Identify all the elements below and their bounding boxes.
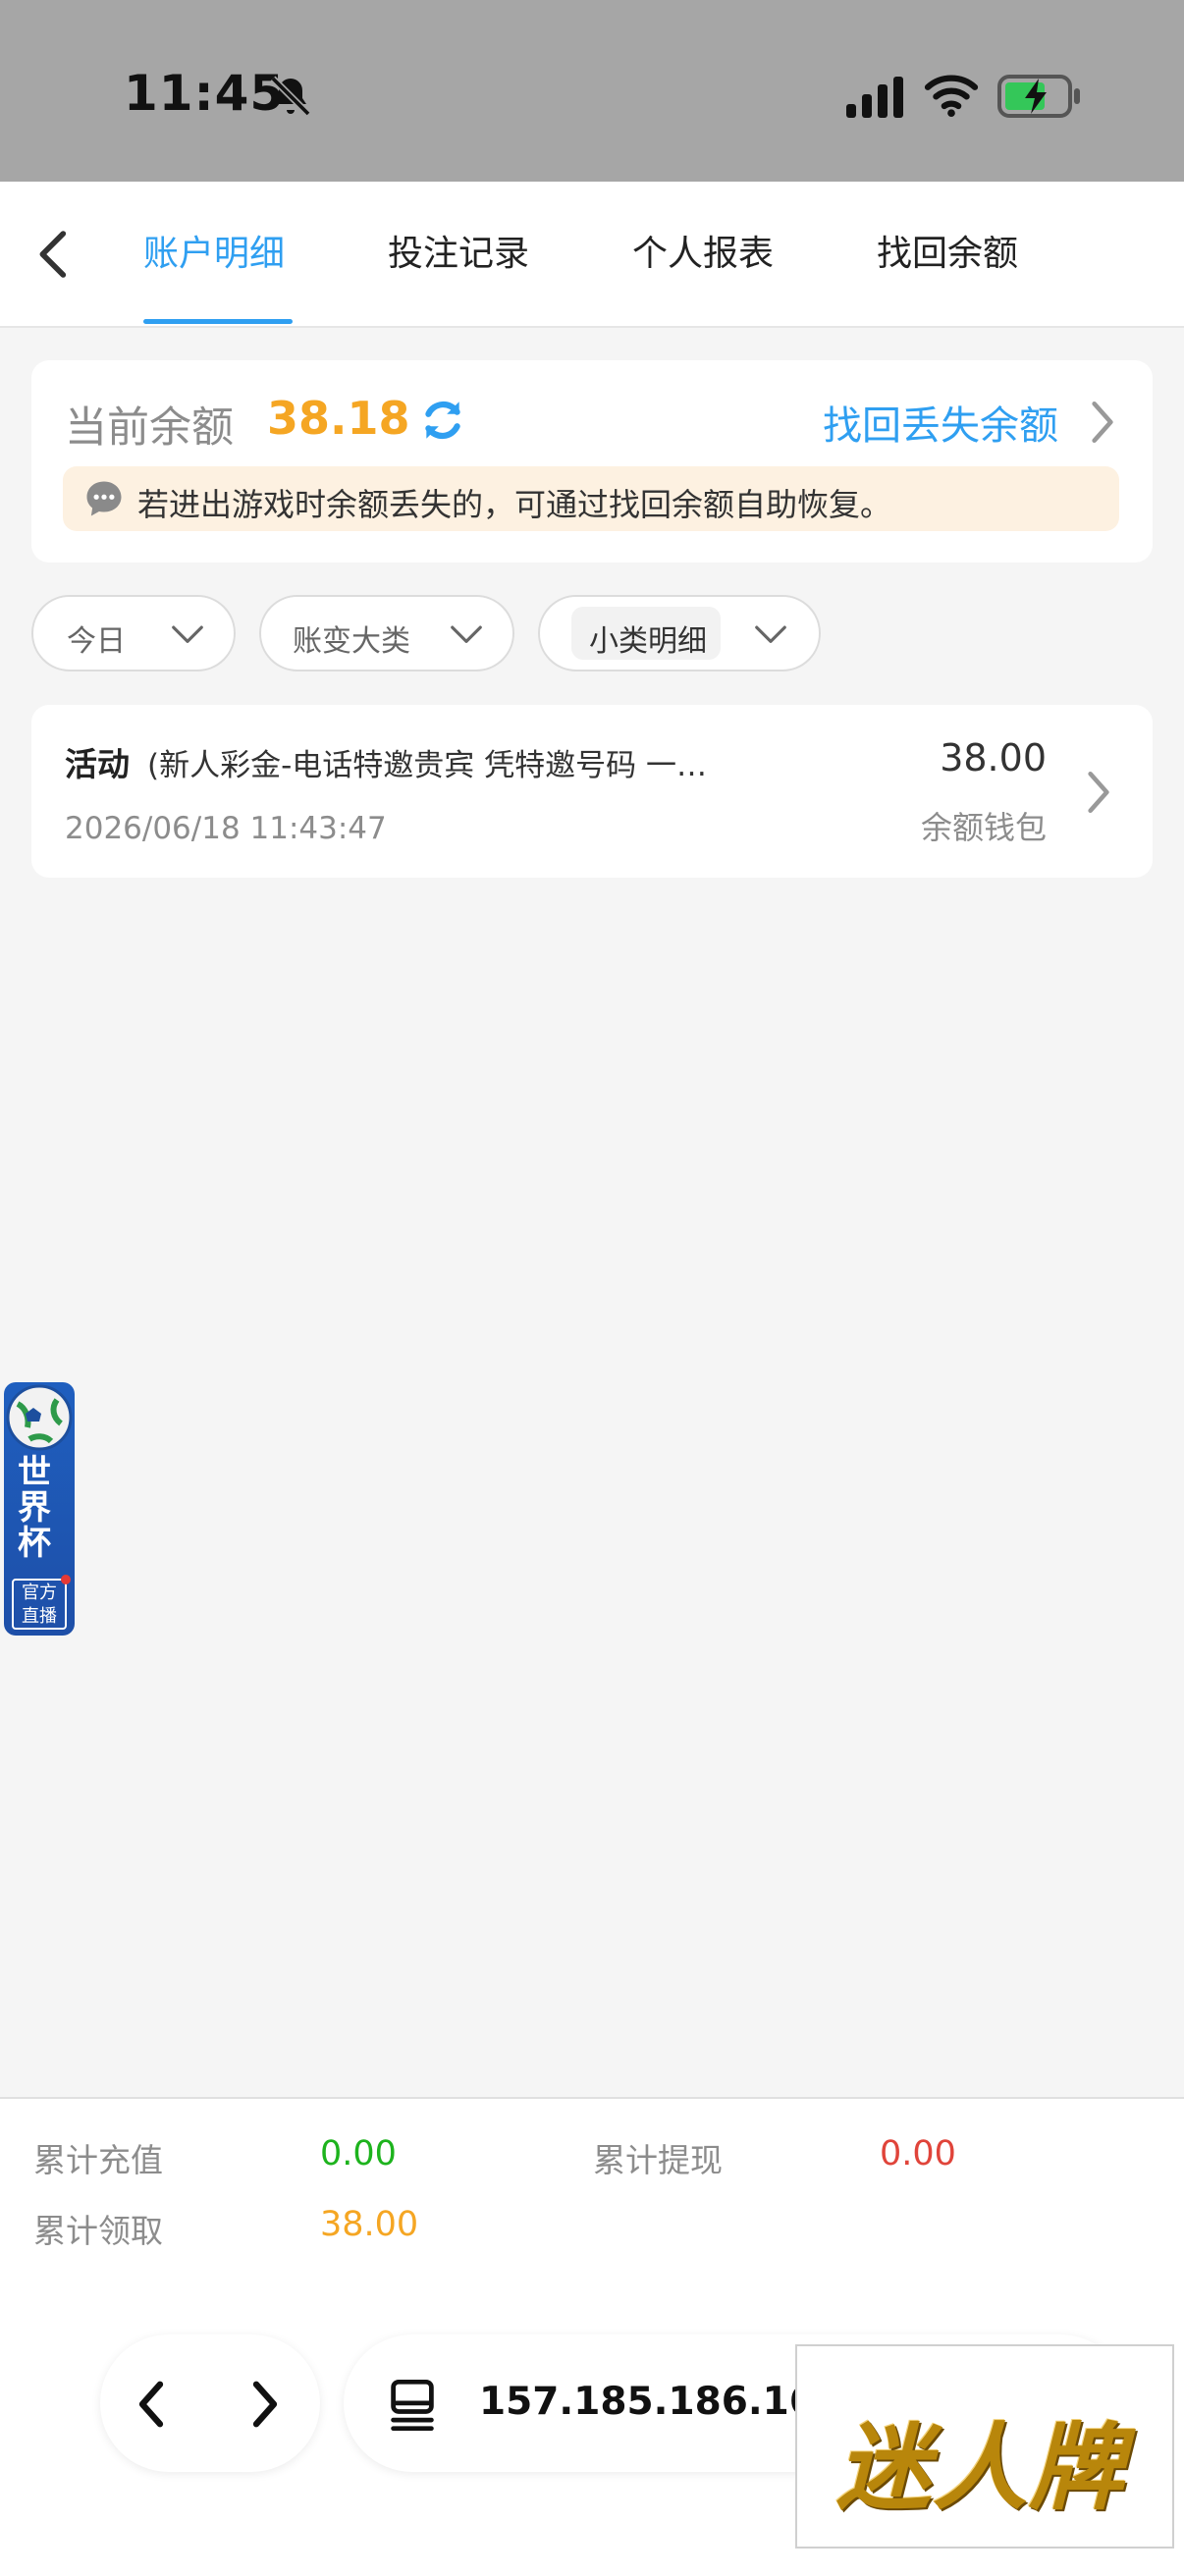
tab-personal-report[interactable]: 个人报表 <box>632 225 774 276</box>
filter-label: 账变大类 <box>293 624 410 659</box>
watermark-text: 迷人牌 <box>836 2413 1125 2523</box>
tab-recover-balance[interactable]: 找回余额 <box>877 225 1018 276</box>
chevron-down-icon <box>172 625 203 643</box>
total-claim-label: 累计领取 <box>33 2212 163 2250</box>
chevron-right-icon[interactable] <box>1084 768 1113 817</box>
record-description: (新人彩金-电话特邀贵宾 凭特邀号码 一… <box>147 748 707 783</box>
page-info-icon <box>391 2379 434 2432</box>
balance-value: 38.18 <box>267 392 410 445</box>
browser-back-button[interactable] <box>132 2378 171 2431</box>
back-button[interactable] <box>29 227 79 282</box>
signal-icon <box>846 77 903 118</box>
tip-bar: 若进出游戏时余额丢失的，可通过找回余额自助恢复。 <box>63 466 1119 531</box>
recover-lost-balance-link[interactable]: 找回丢失余额 <box>823 394 1058 451</box>
total-recharge-label: 累计充值 <box>33 2141 163 2179</box>
balance-label: 当前余额 <box>65 403 234 453</box>
world-cup-live-badge[interactable]: 世界杯 官方直播 <box>4 1382 75 1636</box>
chevron-right-icon[interactable] <box>1086 398 1119 447</box>
date-filter-dropdown[interactable]: 今日 <box>31 595 236 671</box>
official-live-label: 官方直播 <box>12 1579 67 1630</box>
total-withdraw-value: 0.00 <box>880 2134 956 2174</box>
chevron-down-icon <box>451 625 482 643</box>
world-cup-label: 世界杯 <box>18 1453 51 1563</box>
transaction-record[interactable]: 活动 (新人彩金-电话特邀贵宾 凭特邀号码 一… 2026/06/18 11:4… <box>31 705 1153 878</box>
status-time: 11:45 <box>124 65 286 122</box>
chevron-down-icon <box>755 625 786 643</box>
browser-forward-button[interactable] <box>245 2378 285 2431</box>
notification-dot <box>61 1575 71 1584</box>
refresh-icon[interactable] <box>418 396 467 445</box>
watermark-logo: 迷人牌 <box>795 2344 1174 2549</box>
total-claim-value: 38.00 <box>320 2205 419 2244</box>
soccer-ball-icon <box>6 1384 73 1451</box>
wifi-icon <box>924 75 979 118</box>
battery-charging-icon <box>997 75 1080 118</box>
bell-off-icon <box>270 76 311 117</box>
tab-account-details[interactable]: 账户明细 <box>143 225 285 276</box>
record-time: 2026/06/18 11:43:47 <box>65 811 387 846</box>
category-filter-dropdown[interactable]: 账变大类 <box>259 595 514 671</box>
filter-label: 小类明细 <box>589 624 707 659</box>
record-type: 活动 <box>65 745 130 783</box>
top-nav: 账户明细 投注记录 个人报表 找回余额 <box>0 182 1184 328</box>
total-withdraw-label: 累计提现 <box>593 2141 723 2179</box>
chat-bubble-icon <box>86 481 122 516</box>
tip-text: 若进出游戏时余额丢失的，可通过找回余额自助恢复。 <box>137 486 892 523</box>
record-wallet: 余额钱包 <box>920 809 1047 846</box>
status-bar: 11:45 <box>0 0 1184 182</box>
filter-label: 今日 <box>67 624 126 659</box>
active-tab-indicator <box>143 319 293 324</box>
subcategory-filter-dropdown[interactable]: 小类明细 <box>538 595 821 671</box>
address-text: 157.185.186.167 <box>479 2380 843 2424</box>
total-recharge-value: 0.00 <box>320 2134 397 2174</box>
tab-bet-records[interactable]: 投注记录 <box>388 225 529 276</box>
record-amount: 38.00 <box>940 736 1047 779</box>
browser-nav-controls <box>100 2334 320 2472</box>
balance-card: 当前余额 38.18 找回丢失余额 若进出游戏时余额丢失的，可通过找回余额自助恢… <box>31 360 1153 563</box>
